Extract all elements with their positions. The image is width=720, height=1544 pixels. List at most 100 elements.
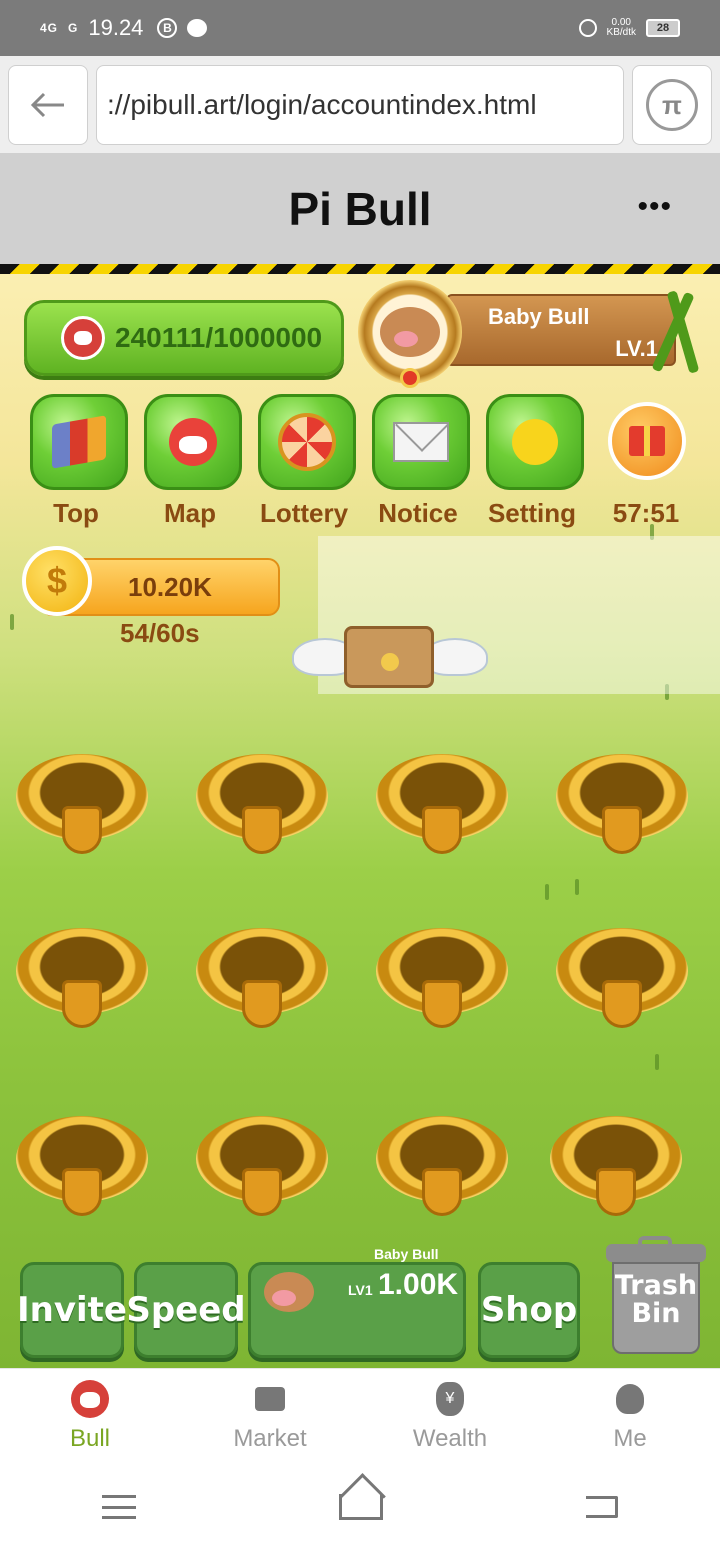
tab-bull-label: Bull: [69, 1425, 111, 1452]
trash-label-line2: Bin: [631, 1298, 681, 1329]
bull-slot[interactable]: [376, 1116, 508, 1216]
back-button[interactable]: [8, 65, 88, 145]
shop-button[interactable]: Shop: [478, 1262, 580, 1358]
grass-decor: [575, 879, 579, 895]
hazard-stripe: [0, 264, 720, 274]
grass-decor: [10, 614, 14, 630]
wealth-tab-icon-wrap: ¥: [430, 1379, 470, 1419]
chat-icon: [187, 19, 208, 37]
game-action-bar: Invite Speed Baby Bull LV1 1.00K Shop Tr…: [0, 1232, 720, 1368]
gift-button[interactable]: [608, 402, 686, 480]
bull-slot[interactable]: [196, 754, 328, 854]
lottery-label: Lottery: [259, 498, 349, 528]
notice-button[interactable]: [372, 394, 470, 490]
game-area: 240111/1000000 Baby Bull LV.1 Top Map Lo…: [0, 264, 720, 1368]
tab-me-label: Me: [613, 1425, 647, 1452]
market-tab-icon-wrap: [250, 1379, 290, 1419]
player-name: Baby Bull: [488, 304, 590, 329]
bull-face-icon: [380, 307, 440, 357]
battery-icon: 28: [646, 19, 680, 37]
status-right: 0.00 KB/dtk 28: [578, 18, 680, 38]
coin-cooldown: 54/60s: [120, 618, 200, 648]
bull-slot[interactable]: [376, 754, 508, 854]
shield-icon: [422, 806, 462, 854]
player-name-plank: Baby Bull LV.1: [446, 294, 676, 366]
b-badge-icon: B: [157, 18, 178, 38]
top-button[interactable]: [30, 394, 128, 490]
setting-button[interactable]: [486, 394, 584, 490]
shield-icon: [602, 806, 642, 854]
shield-icon: [242, 1168, 282, 1216]
status-bar: 4G G 19.24 B 0.00 KB/dtk 28: [0, 0, 720, 56]
page-header: Pi Bull •••: [0, 154, 720, 264]
bull-icon: [61, 316, 105, 360]
pi-browser-button[interactable]: π: [632, 65, 712, 145]
invite-button[interactable]: Invite: [17, 1262, 127, 1358]
page-title: Pi Bull: [288, 183, 432, 235]
money-bag-icon: ¥: [436, 1382, 464, 1416]
bull-map-icon: [169, 418, 217, 466]
clock: 19.24: [88, 15, 144, 40]
shield-icon: [242, 980, 282, 1028]
bull-tab-icon-wrap: [70, 1379, 110, 1419]
tab-bull[interactable]: Bull: [0, 1369, 180, 1470]
grass-decor: [655, 1054, 659, 1070]
bull-slot[interactable]: [556, 754, 688, 854]
shield-icon: [62, 980, 102, 1028]
gift-timer: 57:51: [612, 498, 680, 528]
ghost-face-icon: [616, 1384, 644, 1414]
home-icon[interactable]: [338, 1494, 383, 1520]
more-menu-button[interactable]: •••: [637, 190, 672, 224]
bull-slot[interactable]: [376, 928, 508, 1028]
bull-icon: [71, 1380, 109, 1418]
url-field[interactable]: ://pibull.art/login/accountindex.html: [96, 65, 624, 145]
trash-bin-button[interactable]: Trash Bin: [604, 1236, 708, 1356]
notice-label: Notice: [378, 498, 458, 528]
shield-icon: [242, 806, 282, 854]
tab-me[interactable]: Me: [540, 1369, 720, 1470]
tab-market[interactable]: Market: [180, 1369, 360, 1470]
shield-icon: [422, 980, 462, 1028]
ranking-cards-icon: [52, 415, 106, 469]
menu-lines-icon[interactable]: [101, 1495, 136, 1519]
bottom-tab-bar: Bull Market ¥ Wealth Me: [0, 1368, 720, 1470]
signal-4g-icon: 4G: [40, 21, 59, 35]
bull-slot[interactable]: [16, 754, 148, 854]
shield-icon: [62, 1168, 102, 1216]
bull-face-icon: [264, 1272, 314, 1312]
bull-slot[interactable]: [196, 928, 328, 1028]
tab-wealth-label: Wealth: [412, 1425, 488, 1452]
shield-icon: [422, 1168, 462, 1216]
speed-button[interactable]: Speed: [126, 1262, 246, 1358]
bull-slot[interactable]: [550, 1116, 682, 1216]
map-button[interactable]: [144, 394, 242, 490]
shield-icon: [62, 806, 102, 854]
store-icon: [255, 1387, 285, 1411]
player-level: LV.1: [615, 336, 658, 361]
dollar-coin-icon: $: [22, 546, 92, 616]
back-nav-icon[interactable]: [586, 1496, 619, 1518]
bull-slot[interactable]: [196, 1116, 328, 1216]
progress-pill: 240111/1000000: [24, 300, 344, 376]
signal-g-icon: G: [68, 21, 79, 35]
coin-value: 10.20K: [128, 572, 212, 602]
net-speed-unit: KB/dtk: [606, 27, 636, 38]
net-speed: 0.00 KB/dtk: [607, 18, 636, 38]
flying-chest-button[interactable]: [292, 626, 488, 690]
arrow-left-icon: [30, 92, 64, 118]
buy-bull-name: Baby Bull: [374, 1246, 439, 1262]
tab-wealth[interactable]: ¥ Wealth: [360, 1369, 540, 1470]
shield-icon: [596, 1168, 636, 1216]
buy-bull-level: LV1: [348, 1282, 373, 1298]
lottery-button[interactable]: [258, 394, 356, 490]
pi-logo-icon: π: [646, 79, 698, 131]
bull-slot[interactable]: [16, 1116, 148, 1216]
bull-slot[interactable]: [556, 928, 688, 1028]
top-label: Top: [53, 498, 99, 528]
bull-slot[interactable]: [16, 928, 148, 1028]
gear-icon: [512, 419, 558, 465]
gift-icon: [629, 426, 665, 456]
system-nav-bar: [0, 1470, 720, 1544]
progress-count: 240111/1000000: [115, 322, 323, 353]
trash-label-line1: Trash: [614, 1270, 698, 1301]
